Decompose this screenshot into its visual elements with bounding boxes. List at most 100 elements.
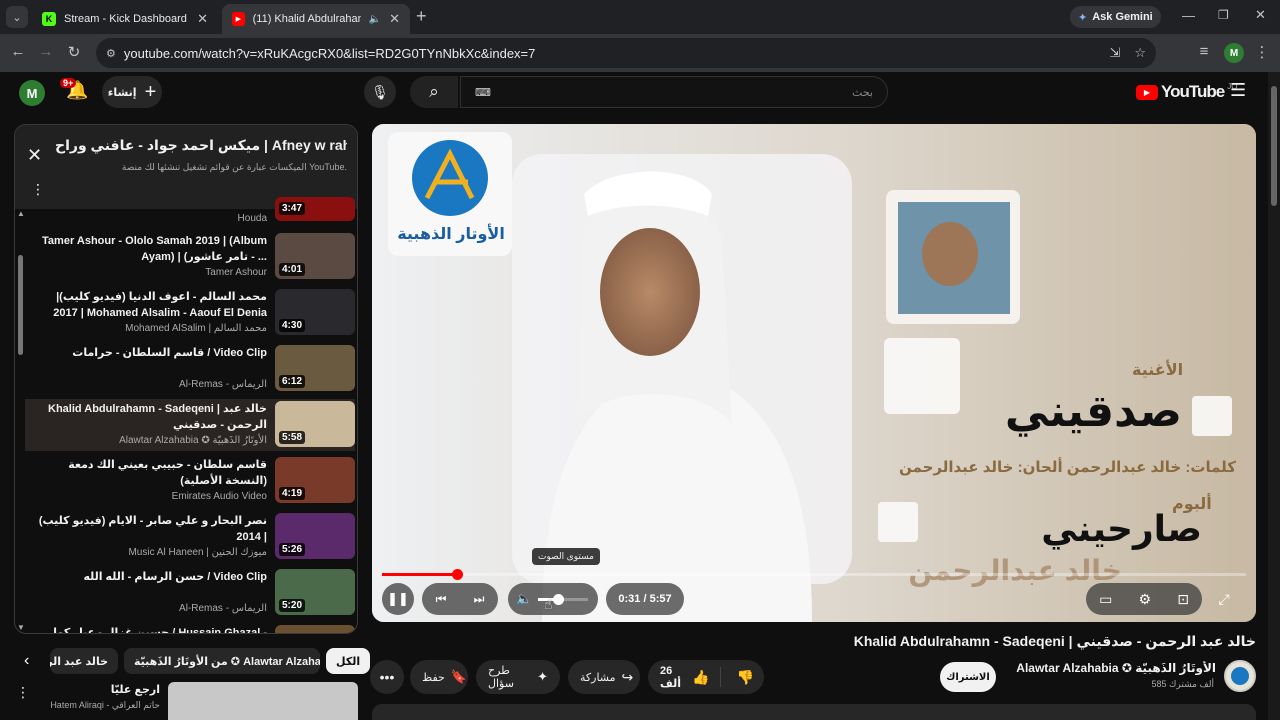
install-icon[interactable]: ⇲ [1109, 45, 1120, 61]
new-tab-button[interactable]: + [416, 6, 427, 27]
notifications-button[interactable]: 🔔 9+ [60, 78, 92, 106]
scrollbar-thumb[interactable] [1271, 86, 1277, 206]
rec-title: ارجع عليّا [110, 684, 160, 696]
video-title: Khalid Abdulrahamn - Sadeqeni | خالد عبد… [48, 403, 267, 431]
profile-avatar[interactable]: M [1224, 43, 1244, 63]
rec-channel: Hatem Aliraqi - حاتم العراقي [50, 700, 160, 710]
search-button[interactable]: ⌕ [410, 76, 458, 108]
fullscreen-button[interactable]: ⤢ [1210, 583, 1238, 615]
microphone-icon: 🎙 [371, 83, 389, 100]
create-button[interactable]: إنشاء + [102, 76, 162, 108]
list-item[interactable]: 4:19 قاسم سلطان - حبيبي بعيني الك دمعة (ا… [25, 455, 355, 507]
kick-icon: K [42, 12, 56, 26]
previous-icon[interactable]: ⏮ [436, 592, 447, 607]
video-player[interactable]: الأوتار الذهبية الأغنية صدقيني كلمات: خا… [372, 124, 1256, 622]
list-item[interactable]: 5:20 حسن الرسام - الله الله / Video Clip A… [25, 567, 355, 619]
chips-prev-icon[interactable]: ‹ [24, 652, 29, 670]
playlist-menu-icon[interactable]: ⋮ [31, 181, 45, 198]
minimize-button[interactable]: — [1182, 8, 1195, 23]
search-input[interactable]: ⌨ بحث [460, 76, 888, 108]
reload-icon[interactable]: ↻ [64, 43, 84, 61]
next-icon[interactable]: ⏭ [474, 592, 485, 607]
back-icon[interactable]: ← [8, 43, 28, 60]
video-title: Tamer Ashour - Ololo Samah 2019 | (Album… [42, 235, 267, 263]
chip-artist[interactable]: خالد عبد الرح [50, 648, 118, 674]
tab-youtube[interactable]: ▶ (11) Khalid Abdulrahamn - 🔈 ✕ [222, 4, 410, 34]
window-close-button[interactable]: ✕ [1255, 7, 1266, 23]
playlist-scroll-up-icon[interactable]: ▲ [17, 209, 25, 218]
dislike-button[interactable]: 👎 [727, 669, 764, 686]
close-icon[interactable]: ✕ [197, 11, 208, 27]
playlist-title: ميكس احمد جواد - عافني وراح | Afney w ra… [55, 137, 347, 153]
subscribe-button[interactable]: الاشتراك [940, 662, 996, 692]
forward-icon[interactable]: → [36, 43, 56, 60]
keyboard-icon[interactable]: ⌨ [475, 86, 491, 99]
video-title: حسن الرسام - الله الله / Video Clip [83, 571, 267, 583]
channel-name: Al-Remas - الريماس [179, 379, 267, 390]
media-control-icon[interactable]: ≡ [1194, 43, 1214, 60]
list-item[interactable]: 5:58 Khalid Abdulrahamn - Sadeqeni | خالد… [25, 399, 355, 451]
duration-badge: 5:20 [279, 599, 306, 612]
youtube-logo[interactable]: ▶ YouTube JO [1136, 82, 1237, 102]
mouse-cursor-icon: ☝ [544, 596, 553, 612]
playlist-panel: ✕ ميكس احمد جواد - عافني وراح | Afney w … [14, 124, 358, 634]
site-info-icon[interactable]: ⚙ [106, 47, 116, 60]
chip-all[interactable]: الكل [326, 648, 371, 674]
page-scrollbar[interactable] [1268, 72, 1280, 720]
list-item[interactable]: 6:12 قاسم السلطان - حرامات / Video Clip Al… [25, 343, 355, 395]
address-bar[interactable]: ⚙ youtube.com/watch?v=xRuKAcgcRX0&list=R… [96, 38, 1156, 68]
playlist-close-icon[interactable]: ✕ [27, 145, 42, 166]
list-item[interactable]: حسين غزال - عيل كول / Hussain Ghazal - [25, 623, 355, 633]
duration-badge: 3:47 [279, 202, 306, 215]
video-thumbnail: 6:12 [275, 345, 355, 391]
video-thumbnail: 4:30 [275, 289, 355, 335]
more-actions-button[interactable]: ••• [370, 660, 404, 694]
list-item[interactable]: 4:30 محمد السالم - اعوف الدنيا (فيديو كلي… [25, 287, 355, 339]
settings-gear-icon[interactable]: ⚙ [1138, 591, 1151, 608]
hamburger-menu-icon[interactable]: ☰ [1230, 80, 1246, 101]
close-icon[interactable]: ✕ [389, 11, 400, 27]
like-dislike-group: 👍 26 ألف 👎 [648, 660, 764, 694]
bookmark-star-icon[interactable]: ☆ [1134, 45, 1146, 61]
volume-control[interactable]: 🔈 [508, 583, 598, 615]
sparkle-icon: ✦ [537, 669, 548, 684]
maximize-button[interactable]: ❐ [1218, 8, 1229, 22]
album-title-overlay: صارحيني [1041, 508, 1202, 549]
tab-search-button[interactable]: ⌄ [6, 6, 28, 28]
progress-bar[interactable] [382, 569, 1246, 580]
ask-gemini-label: Ask Gemini [1092, 11, 1153, 23]
volume-icon[interactable]: 🔈 [516, 591, 532, 607]
tab-kick[interactable]: K Stream - Kick Dashboard ✕ [32, 4, 218, 34]
ask-button[interactable]: طرح سؤال ✦ [476, 660, 560, 694]
thumbs-down-icon: 👎 [736, 668, 754, 685]
ask-gemini-button[interactable]: ✦ Ask Gemini [1070, 6, 1161, 28]
video-thumbnail: 3:47 [275, 197, 355, 221]
list-item[interactable]: 4:01 Tamer Ashour - Ololo Samah 2019 | (A… [25, 231, 355, 283]
account-avatar[interactable]: M [19, 80, 45, 106]
list-item[interactable]: 5:26 نصر البحار و علي صابر - الايام (فيدي… [25, 511, 355, 563]
theater-mode-icon[interactable]: ⊡ [1177, 591, 1189, 608]
like-count: 26 ألف [660, 664, 682, 690]
artist-overlay: خالد عبدالرحمن [908, 555, 1122, 586]
play-pause-button[interactable]: ❚❚ [382, 583, 414, 615]
playlist-scrollbar-thumb[interactable] [18, 255, 23, 355]
description-box-edge[interactable] [372, 704, 1256, 720]
playlist-scroll-down-icon[interactable]: ▼ [17, 623, 25, 632]
save-button[interactable]: حفظ 🔖 [410, 660, 468, 694]
right-controls: ▭ ⚙ ⊡ [1086, 583, 1202, 615]
voice-search-button[interactable]: 🎙 [364, 76, 396, 108]
rec-menu-icon[interactable]: ⋮ [16, 684, 30, 701]
channel-name: Al-Remas - الريماس [179, 603, 267, 614]
progress-fill [382, 573, 458, 576]
menu-dots-icon[interactable]: ⋮ [1252, 43, 1272, 61]
subtitles-icon[interactable]: ▭ [1099, 591, 1112, 608]
rec-thumbnail[interactable] [168, 682, 358, 720]
channel-avatar[interactable] [1224, 660, 1256, 692]
chip-channel[interactable]: من الأوتَارُ الذَهبيّة ✪ Alawtar Alzahab… [124, 648, 320, 674]
video-title: قاسم السلطان - حرامات / Video Clip [72, 347, 267, 359]
volume-knob[interactable] [553, 593, 565, 605]
like-button[interactable]: 👍 26 ألف [648, 664, 721, 690]
channel-name[interactable]: Alawtar Alzahabia ✪ الأوتَارُ الذَهبيّة [1000, 661, 1216, 675]
list-item[interactable]: 3:47 Houda [25, 197, 355, 227]
share-button[interactable]: مشاركة ↪ [568, 660, 640, 694]
